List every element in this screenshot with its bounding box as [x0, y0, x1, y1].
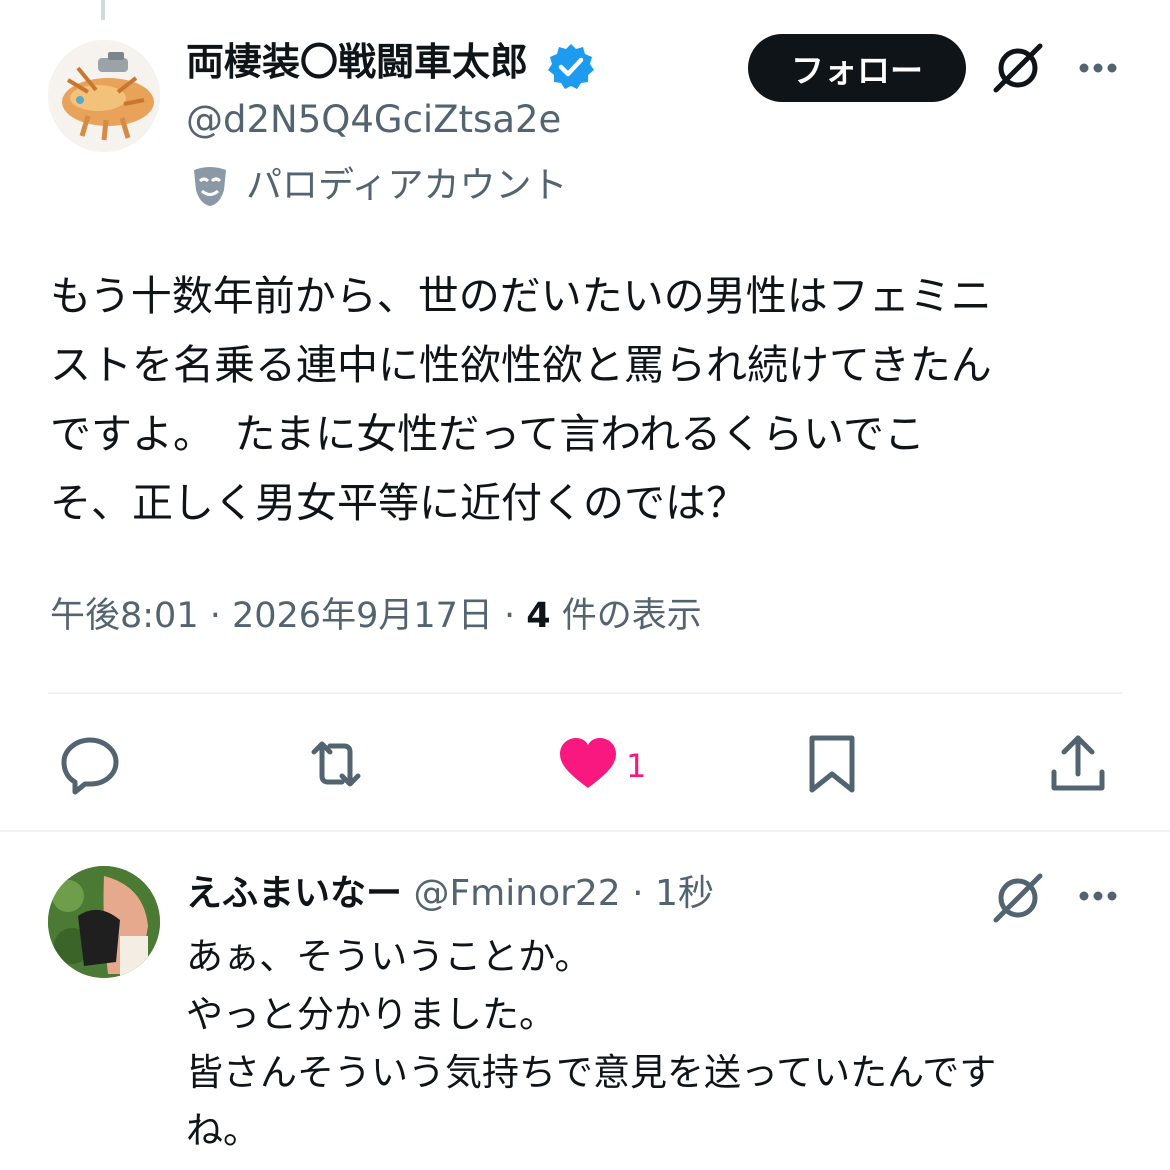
- reply-time[interactable]: 1秒: [655, 873, 714, 914]
- repost-icon[interactable]: [304, 732, 368, 796]
- reply-text: あぁ、そういうことか。 やっと分かりました。 皆さんそういう気持ちで意見を送って…: [186, 935, 997, 1152]
- views-label: 件の表示: [561, 596, 702, 636]
- tweet-meta: 午後8:01 · 2026年9月17日 · 4 件の表示: [50, 590, 702, 642]
- follow-button[interactable]: フォロー: [748, 34, 966, 102]
- meta-separator: ·: [198, 596, 232, 636]
- reply-handle[interactable]: @Fminor22: [413, 873, 620, 914]
- more-icon[interactable]: [1074, 50, 1122, 86]
- reply-author-avatar[interactable]: [48, 866, 160, 978]
- tweet-text: もう十数年前から、世のだいたいの男性はフェミニ ストを名乗る連中に性欲性欲と罵ら…: [50, 272, 992, 527]
- author-handle[interactable]: @d2N5Q4GciZtsa2e: [186, 94, 561, 146]
- reply-icon[interactable]: [58, 732, 122, 796]
- tweet-time[interactable]: 午後8:01: [50, 596, 199, 636]
- divider: [48, 692, 1122, 694]
- parody-account-label: パロディアカウント: [246, 165, 568, 206]
- heart-icon[interactable]: [556, 732, 620, 796]
- grok-icon[interactable]: [990, 870, 1046, 926]
- author-avatar[interactable]: [48, 40, 160, 152]
- thread-connector-line: [101, 0, 105, 20]
- more-icon[interactable]: [1074, 878, 1122, 914]
- tweet-date[interactable]: 2026年9月17日: [232, 596, 493, 636]
- divider: [0, 830, 1170, 832]
- verified-badge-icon: [546, 42, 596, 92]
- reply-display-name[interactable]: えふまいなー: [186, 873, 402, 914]
- like-count[interactable]: 1: [626, 742, 646, 790]
- reply-header: えふまいなー @Fminor22 · 1秒: [186, 868, 714, 920]
- grok-icon[interactable]: [990, 40, 1046, 96]
- meta-separator: ·: [620, 873, 656, 914]
- views-count: 4: [526, 596, 551, 636]
- bookmark-icon[interactable]: [800, 732, 864, 796]
- parody-mask-icon: [190, 164, 230, 208]
- meta-separator: ·: [492, 596, 527, 636]
- share-icon[interactable]: [1046, 732, 1110, 796]
- author-display-name[interactable]: 両棲装〇戦闘車太郎: [186, 36, 528, 88]
